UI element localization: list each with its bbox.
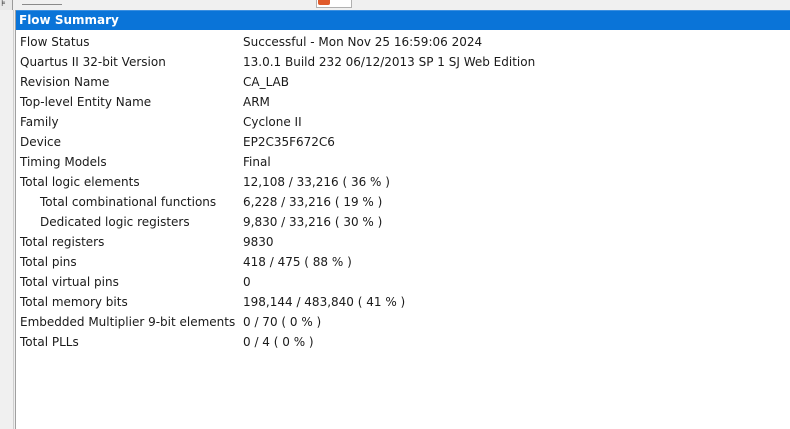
row-label: Dedicated logic registers [40,215,190,229]
tab-close-icon[interactable] [318,0,330,5]
row-label: Device [20,135,62,149]
table-row[interactable]: Quartus II 32-bit Version 13.0.1 Build 23… [16,52,790,72]
table-row[interactable]: Embedded Multiplier 9-bit elements 0 / 70… [16,312,790,332]
row-label: Total combinational functions [40,195,217,209]
row-value: 0 / 70 ( 0 % ) [243,315,322,329]
row-value: 198,144 / 483,840 ( 41 % ) [243,295,406,309]
row-value: 6,228 / 33,216 ( 19 % ) [243,195,383,209]
row-label: Top-level Entity Name [20,95,152,109]
row-value: 9,830 / 33,216 ( 30 % ) [243,215,383,229]
row-label: Embedded Multiplier 9-bit elements [20,315,236,329]
top-strip [0,0,790,10]
row-value: 418 / 475 ( 88 % ) [243,255,352,269]
table-row[interactable]: Flow Status Successful - Mon Nov 25 16:59… [16,32,790,52]
table-row[interactable]: Dedicated logic registers 9,830 / 33,216 … [16,212,790,232]
left-border-line [13,10,14,429]
row-label: Total registers [20,235,105,249]
row-value: ARM [243,95,270,109]
row-label: Total logic elements [20,175,140,189]
row-value: CA_LAB [243,75,289,89]
table-row[interactable]: Total logic elements 12,108 / 33,216 ( 36… [16,172,790,192]
row-label: Total PLLs [20,335,79,349]
row-value: Successful - Mon Nov 25 16:59:06 2024 [243,35,483,49]
table-row[interactable]: Total virtual pins 0 [16,272,790,292]
table-row[interactable]: Total combinational functions 6,228 / 33,… [16,192,790,212]
table-row[interactable]: Total registers 9830 [16,232,790,252]
flow-summary-panel: Flow Summary Flow Status Successful - Mon… [16,10,790,429]
row-label: Total pins [20,255,77,269]
table-row[interactable]: Timing Models Final [16,152,790,172]
table-row[interactable]: Family Cyclone II [16,112,790,132]
row-label: Timing Models [20,155,107,169]
quartus-window: ⊧ Flow Summary Flow Status Successful - M… [0,0,790,429]
table-row[interactable]: Revision Name CA_LAB [16,72,790,92]
table-row[interactable]: Device EP2C35F672C6 [16,132,790,152]
table-row[interactable]: Top-level Entity Name ARM [16,92,790,112]
row-value: 0 / 4 ( 0 % ) [243,335,314,349]
flow-summary-table: Flow Status Successful - Mon Nov 25 16:59… [16,32,790,352]
row-value: 0 [243,275,251,289]
row-label: Family [20,115,59,129]
table-row[interactable]: Total PLLs 0 / 4 ( 0 % ) [16,332,790,352]
row-label: Quartus II 32-bit Version [20,55,166,69]
row-label: Flow Status [20,35,90,49]
row-label: Total virtual pins [20,275,119,289]
row-value: 13.0.1 Build 232 06/12/2013 SP 1 SJ Web … [243,55,536,69]
row-label: Revision Name [20,75,110,89]
table-row[interactable]: Total memory bits 198,144 / 483,840 ( 41 … [16,292,790,312]
divider-line [22,4,62,5]
row-value: EP2C35F672C6 [243,135,335,149]
row-value: Cyclone II [243,115,302,129]
flow-summary-title: Flow Summary [19,13,119,27]
row-value: 9830 [243,235,274,249]
row-label: Total memory bits [20,295,128,309]
flow-summary-title-bar: Flow Summary [16,10,790,30]
row-value: 12,108 / 33,216 ( 36 % ) [243,175,390,189]
row-value: Final [243,155,271,169]
table-row[interactable]: Total pins 418 / 475 ( 88 % ) [16,252,790,272]
